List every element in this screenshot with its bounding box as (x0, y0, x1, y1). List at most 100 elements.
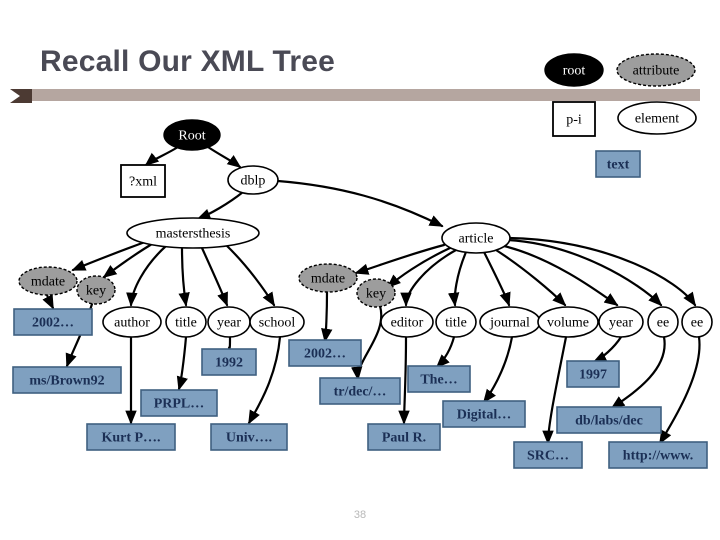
tree-node-mt-author: author (102, 306, 162, 338)
tree-edge-mt-year-to-t-1992 (227, 335, 240, 362)
tree-node-dblp: dblp (227, 165, 279, 195)
tree-node-t-digital: Digital… (442, 400, 526, 428)
tree-edge-ar-ee1-to-t-dblabs (610, 335, 666, 410)
tree-edge-ar-mdate-to-t-2002b (321, 290, 333, 343)
tree-node-xmlpi: ?xml (120, 164, 166, 198)
tree-edge-article-to-ar-key (386, 246, 452, 289)
tree-node-label-t-trdec: tr/dec/… (334, 385, 387, 400)
tree-edge-root-to-dblp (206, 145, 242, 169)
tree-edge-dblp-to-article (276, 179, 444, 228)
slide-canvas: Recall Our XML Tree Root ?xml dblp masterst… (0, 0, 720, 540)
page-number: 38 (353, 509, 367, 521)
tree-node-ar-mdate: mdate (298, 263, 358, 293)
tree-node-t-1992: 1992 (201, 348, 257, 376)
tree-node-label-ar-mdate: mdate (311, 272, 345, 287)
legend-item-root: root (544, 53, 604, 87)
tree-edge-ar-title-to-t-the (435, 335, 456, 369)
tree-node-ar-year: year (598, 306, 644, 338)
tree-node-label-t-the: The… (420, 373, 457, 388)
tree-node-label-t-http: http://www. (623, 449, 693, 464)
tree-edge-article-to-ar-journal (482, 250, 511, 307)
tree-node-t-kurt: Kurt P…. (86, 423, 176, 451)
tree-node-t-brown: ms/Brown92 (12, 366, 122, 394)
tree-node-label-mt-year: year (217, 316, 241, 331)
tree-node-label-mt-mdate: mdate (31, 275, 65, 290)
tree-edge-mt-mdate-to-t-2002a (42, 293, 55, 310)
tree-edge-article-to-ar-year (502, 244, 619, 307)
tree-node-label-ar-ee1: ee (657, 316, 669, 331)
tree-edge-ar-editor-to-t-paul (398, 335, 410, 425)
tree-node-label-ar-year: year (609, 316, 633, 331)
tree-node-ar-ee2: ee (681, 306, 713, 338)
tree-edge-ar-journal-to-t-digital (482, 335, 514, 404)
tree-node-label-t-1997: 1997 (579, 368, 607, 383)
tree-node-label-mt-title: title (175, 316, 197, 331)
tree-node-ar-volume: volume (537, 306, 599, 338)
tree-node-label-ar-key: key (366, 287, 386, 302)
tree-node-ar-editor: editor (380, 306, 434, 338)
tree-node-label-ar-ee2: ee (691, 316, 703, 331)
xml-tree-diagram: Root ?xml dblp mastersthesis article mdate key… (12, 53, 713, 469)
tree-edge-root-to-xmlpi (144, 145, 180, 167)
tree-node-mt-mdate: mdate (18, 266, 78, 296)
legend-item-text: text (595, 150, 641, 178)
tree-node-t-paul: Paul R. (367, 423, 441, 451)
tree-node-ar-title: title (435, 306, 477, 338)
tree-node-label-xmlpi: ?xml (129, 175, 157, 190)
tree-edge-ar-year-to-t-1997 (592, 335, 623, 364)
tree-node-t-univ: Univ…. (210, 423, 288, 451)
tree-node-t-1997: 1997 (566, 360, 620, 388)
tree-edge-ar-ee2-to-t-http (658, 335, 701, 445)
tree-node-t-trdec: tr/dec/… (319, 377, 401, 405)
legend-item-p-i: p-i (552, 101, 596, 137)
tree-node-label-t-src: SRC… (527, 449, 569, 464)
tree-node-label-t-brown: ms/Brown92 (29, 374, 104, 389)
tree-node-label-mt-school: school (259, 316, 296, 331)
tree-node-label-mt-author: author (114, 316, 150, 331)
tree-edge-mastersthesis-to-mt-school (224, 243, 276, 307)
legend-item-attribute: attribute (616, 53, 696, 87)
tree-node-ar-ee1: ee (647, 306, 679, 338)
tree-edge-mt-title-to-t-prpl (176, 335, 188, 391)
tree-edge-mastersthesis-to-mt-title (178, 246, 190, 307)
tree-edge-article-to-ar-title (447, 250, 468, 307)
tree-node-label-t-dblabs: db/labs/dec (575, 414, 643, 429)
tree-node-label-mt-key: key (86, 284, 106, 299)
tree-node-ar-key: key (356, 278, 396, 308)
tree-edge-mastersthesis-to-mt-year (200, 246, 229, 307)
tree-node-label-ar-journal: journal (489, 316, 530, 331)
tree-node-t-2002b: 2002… (288, 339, 362, 367)
tree-edge-dblp-to-mastersthesis (196, 190, 245, 221)
tree-node-t-dblabs: db/labs/dec (556, 406, 662, 434)
tree-node-root: Root (163, 119, 221, 151)
legend-label-root: root (563, 64, 586, 79)
legend-label-p-i: p-i (566, 113, 582, 128)
tree-node-label-t-paul: Paul R. (382, 431, 426, 446)
tree-node-label-t-univ: Univ…. (226, 431, 272, 446)
node-type-legend: root attribute p-i element text (544, 53, 697, 178)
tree-node-label-dblp: dblp (241, 174, 266, 189)
tree-node-t-prpl: PRPL… (140, 389, 218, 417)
tree-node-label-article: article (459, 232, 494, 247)
tree-node-label-ar-title: title (445, 316, 467, 331)
legend-label-attribute: attribute (633, 64, 680, 79)
legend-item-element: element (617, 101, 697, 135)
tree-node-t-http: http://www. (608, 441, 708, 469)
tree-node-ar-journal: journal (479, 306, 541, 338)
tree-edge-article-to-ar-ee1 (506, 238, 663, 307)
legend-label-element: element (635, 112, 679, 127)
tree-node-mastersthesis: mastersthesis (126, 217, 260, 249)
tree-node-label-root: Root (178, 129, 205, 144)
tree-node-mt-title: title (165, 306, 207, 338)
tree-node-label-mastersthesis: mastersthesis (156, 227, 231, 242)
tree-node-article: article (441, 222, 511, 254)
tree-node-t-the: The… (407, 365, 471, 393)
tree-node-label-t-prpl: PRPL… (154, 397, 205, 412)
legend-label-text: text (607, 158, 630, 173)
tree-node-mt-year: year (207, 306, 251, 338)
tree-node-t-src: SRC… (513, 441, 583, 469)
tree-node-label-ar-editor: editor (391, 316, 424, 331)
tree-node-mt-key: key (76, 275, 116, 305)
tree-node-label-t-digital: Digital… (457, 408, 511, 423)
tree-node-label-t-1992: 1992 (215, 356, 243, 371)
